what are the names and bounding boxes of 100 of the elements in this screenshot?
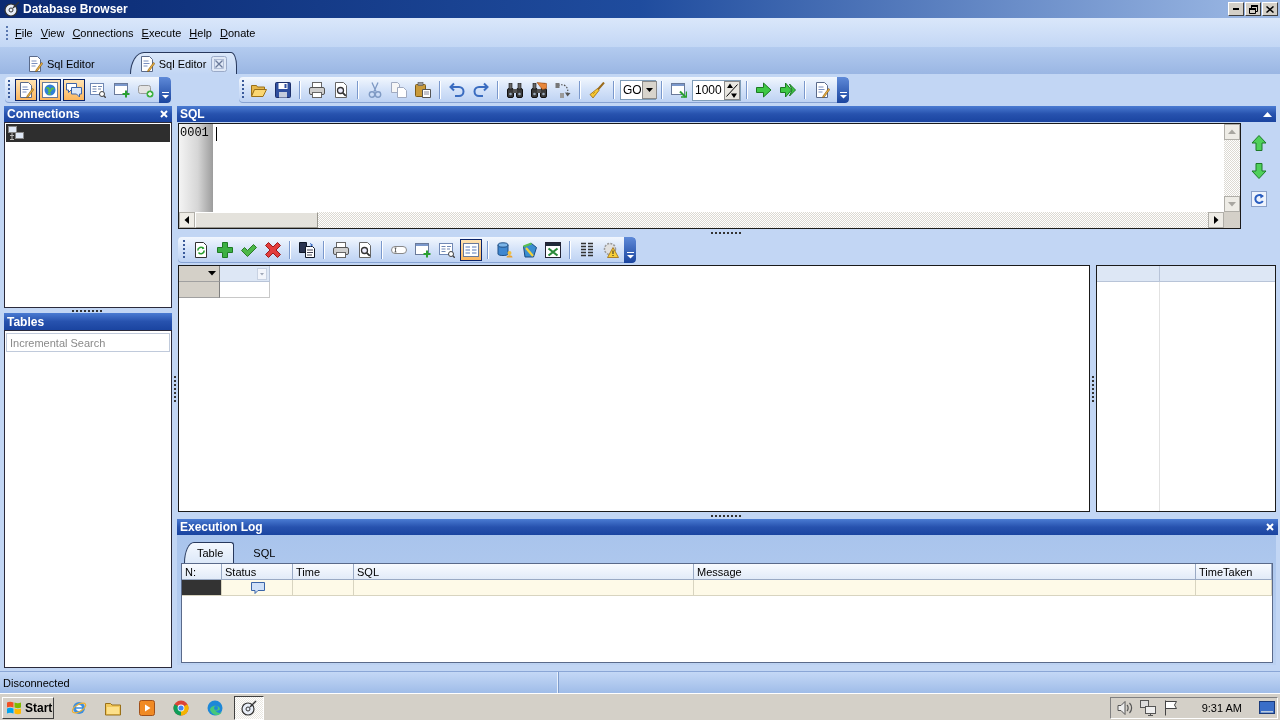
network-icon[interactable] — [1139, 700, 1156, 716]
line-number: 0001 — [180, 126, 210, 140]
pane-flag-icon — [6, 700, 22, 716]
card-plus-icon — [138, 82, 154, 98]
speech-bubble-icon — [251, 581, 265, 594]
tab[interactable]: SQL — [240, 542, 287, 563]
document-refresh-icon — [193, 242, 209, 258]
swirl-icon — [207, 700, 223, 716]
printer-icon[interactable] — [309, 82, 325, 98]
clipboard-icon[interactable] — [415, 82, 431, 98]
folder-icon — [105, 700, 121, 716]
go-dropdown[interactable]: GO — [620, 80, 656, 100]
copy-documents-icon — [299, 242, 315, 258]
flag-icon[interactable] — [1162, 700, 1179, 716]
taskbar-button[interactable] — [234, 696, 264, 720]
redo-icon[interactable] — [473, 82, 489, 98]
close-icon[interactable] — [211, 55, 228, 72]
search-field[interactable]: Incremental Search — [6, 333, 170, 352]
printer-icon — [333, 242, 349, 258]
sql-editor[interactable]: 0001 — [178, 123, 1241, 229]
double-arrow-right-icon[interactable] — [780, 82, 796, 98]
grid-header-cell — [1097, 266, 1160, 282]
row-indicator[interactable] — [182, 580, 222, 596]
toolbar-overflow-button[interactable] — [837, 77, 849, 103]
close-icon — [1266, 5, 1274, 13]
menu-item[interactable]: Help — [186, 24, 215, 41]
panel-title: Connections — [7, 107, 80, 121]
toolbar-button[interactable] — [262, 239, 284, 261]
undo-icon[interactable] — [449, 82, 465, 98]
toolbar-button[interactable] — [39, 79, 61, 101]
minimize-button[interactable] — [1228, 2, 1244, 16]
menu-item[interactable]: Connections — [69, 24, 137, 41]
column-header[interactable]: Time — [293, 564, 354, 580]
document-pencil-icon[interactable] — [814, 82, 830, 98]
broom-icon[interactable] — [589, 82, 605, 98]
column-header[interactable]: SQL — [354, 564, 694, 580]
row-limit-field[interactable]: 1000 — [692, 79, 741, 101]
toolbar-button[interactable] — [460, 239, 482, 261]
menu-item[interactable]: File — [12, 24, 36, 41]
binoculars-icon[interactable] — [531, 82, 547, 98]
clock: 9:31 AM — [1201, 702, 1242, 714]
columns-icon — [579, 242, 595, 258]
plus-icon — [217, 242, 233, 258]
collapse-icon[interactable] — [1263, 111, 1272, 117]
overflow-arrow-icon — [626, 252, 634, 259]
form-search-icon — [439, 242, 455, 258]
menu-item[interactable]: Execute — [138, 24, 185, 41]
grid-cell[interactable] — [220, 282, 270, 298]
window-plus-icon — [114, 82, 130, 98]
arrow-down-icon[interactable] — [1250, 163, 1267, 179]
document-pencil-icon — [138, 55, 155, 72]
open-folder-icon[interactable] — [251, 82, 267, 98]
globe-e-icon — [71, 700, 87, 716]
status-text: Disconnected — [3, 676, 70, 689]
document-tab[interactable]: Sql Editor — [129, 52, 238, 74]
dropdown-arrow-icon[interactable] — [208, 271, 216, 276]
overflow-arrow-icon — [161, 92, 169, 99]
restore-icon — [1248, 4, 1258, 14]
toolbar-button[interactable] — [296, 239, 318, 261]
splitter-grip-icon[interactable] — [72, 309, 104, 312]
start-button[interactable]: Start — [2, 697, 54, 719]
column-header[interactable]: Message — [694, 564, 1196, 580]
network-computers-icon — [8, 125, 24, 141]
menu-item[interactable]: View — [37, 24, 68, 41]
toolbar-button[interactable] — [542, 239, 564, 261]
column-header[interactable]: N: — [182, 564, 222, 580]
menu-item[interactable]: Donate — [217, 24, 259, 41]
panel-title: Execution Log — [180, 520, 263, 534]
close-button[interactable] — [1262, 2, 1278, 16]
toolbar-button[interactable] — [330, 239, 352, 261]
panel-title: Tables — [7, 314, 45, 329]
toolbar-button[interactable] — [15, 79, 37, 101]
window-title: Database Browser — [23, 2, 129, 16]
dotted-arrow-icon[interactable] — [555, 82, 571, 98]
arrow-up-icon[interactable] — [1250, 135, 1267, 151]
speech-bubbles-icon — [66, 82, 82, 98]
toolbar-overflow-button[interactable] — [159, 77, 171, 103]
check-icon — [241, 242, 257, 258]
refresh-icon[interactable] — [1250, 191, 1267, 207]
column-header[interactable]: Status — [222, 564, 293, 580]
restore-button[interactable] — [1245, 2, 1261, 16]
show-desktop-icon[interactable] — [1259, 700, 1275, 716]
overflow-arrow-icon — [839, 92, 847, 99]
splitter-grip-icon[interactable] — [710, 514, 743, 517]
page-magnifier-icon — [357, 242, 373, 258]
speaker-icon[interactable] — [1116, 700, 1133, 716]
scrollbar-thumb[interactable] — [195, 212, 318, 228]
connection-item[interactable] — [6, 124, 170, 142]
column-header[interactable]: TimeTaken — [1196, 564, 1272, 580]
page-magnifier-icon[interactable] — [333, 82, 349, 98]
splitter-grip-icon[interactable] — [173, 375, 176, 402]
tab[interactable]: Table — [184, 542, 235, 563]
document-tab[interactable]: Sql Editor — [20, 52, 102, 74]
browser-ring-icon — [173, 700, 189, 716]
disc-icon — [241, 700, 257, 716]
toolbar-button[interactable] — [63, 79, 85, 101]
toolbar-overflow-button[interactable] — [624, 237, 636, 263]
arrow-right-icon[interactable] — [756, 82, 772, 98]
save-icon[interactable] — [275, 82, 291, 98]
binoculars-icon[interactable] — [507, 82, 523, 98]
